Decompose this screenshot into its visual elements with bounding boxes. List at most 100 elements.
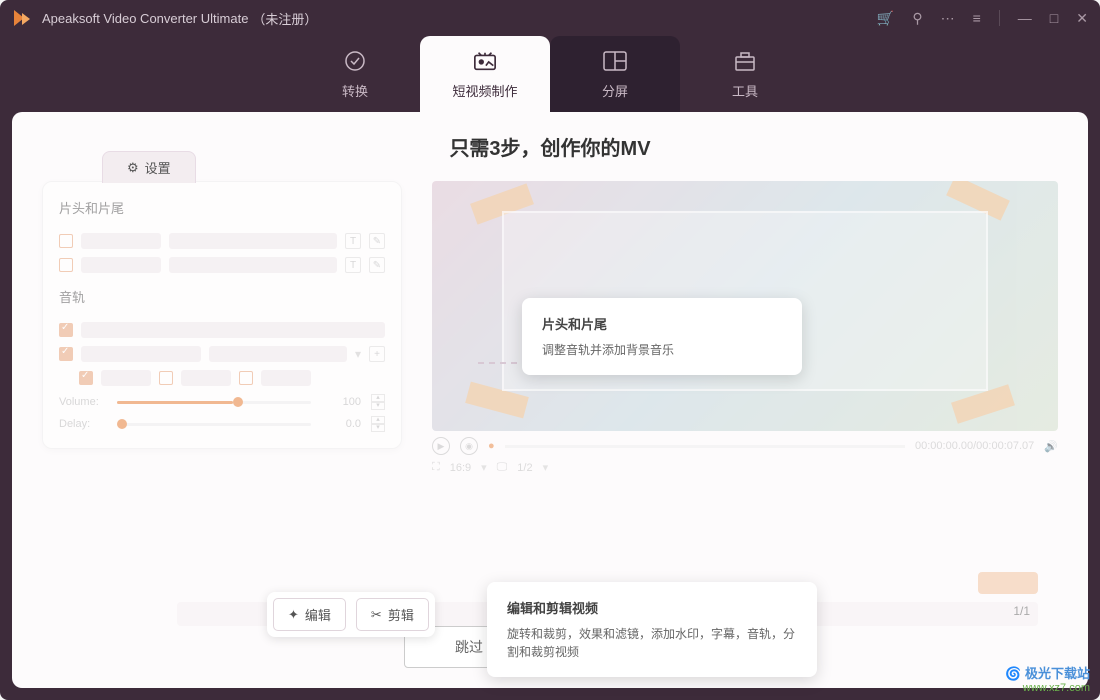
volume-slider[interactable] — [117, 401, 311, 404]
gear-icon: ⚙ — [127, 160, 139, 176]
key-icon[interactable]: ⚲ — [912, 10, 922, 27]
edit-button-label: 编辑 — [305, 605, 331, 624]
convert-icon — [343, 49, 367, 73]
edit-button[interactable]: ✦ 编辑 — [273, 598, 346, 631]
minimize-button[interactable]: — — [1018, 10, 1032, 26]
menu-icon[interactable]: ≡ — [973, 10, 981, 26]
close-button[interactable]: ✕ — [1076, 10, 1088, 27]
placeholder-bar — [169, 257, 337, 273]
settings-column: ⚙ 设置 片头和片尾 T ✎ — [42, 181, 402, 474]
delay-slider[interactable] — [117, 423, 311, 426]
tooltip-intro-title: 片头和片尾 — [542, 314, 782, 333]
nav-convert[interactable]: 转换 — [290, 36, 420, 112]
volume-icon[interactable]: 🔊 — [1044, 440, 1058, 453]
edit-icon[interactable]: ✎ — [369, 257, 385, 273]
text-icon[interactable]: T — [345, 233, 361, 249]
app-window: Apeaksoft Video Converter Ultimate （未注册）… — [0, 0, 1100, 700]
app-logo-icon — [12, 8, 32, 28]
sparkle-icon: ✦ — [288, 607, 299, 623]
volume-label: Volume: — [59, 396, 107, 408]
delay-row: Delay: 0.0 ▴▾ — [59, 416, 385, 432]
checkbox[interactable] — [239, 371, 253, 385]
mv-icon — [473, 49, 497, 73]
checkbox-checked[interactable] — [79, 371, 93, 385]
placeholder-bar — [261, 370, 311, 386]
checkbox-checked[interactable] — [59, 347, 73, 361]
watermark: 🌀 极光下载站 www.xz7.com — [1005, 663, 1090, 694]
main-nav: 转换 短视频制作 分屏 工具 — [0, 36, 1100, 112]
tools-icon — [733, 49, 757, 73]
aspect-value: 16:9 — [450, 462, 471, 474]
export-button-placeholder[interactable] — [978, 572, 1038, 594]
tooltip-intro-body: 调整音轨并添加背景音乐 — [542, 341, 782, 359]
audio-row-1 — [59, 322, 385, 338]
scissors-icon: ✂ — [371, 607, 382, 623]
dropdown-placeholder[interactable] — [209, 346, 347, 362]
placeholder-bar — [81, 322, 385, 338]
placeholder-bar — [81, 257, 161, 273]
nav-split[interactable]: 分屏 — [550, 36, 680, 112]
screen-icon[interactable]: 🖵 — [497, 461, 508, 474]
intro-row-1: T ✎ — [59, 233, 385, 249]
tooltip-edit-body: 旋转和裁剪，效果和滤镜，添加水印，字幕，音轨，分割和裁剪视频 — [507, 625, 797, 661]
settings-panel: 片头和片尾 T ✎ T ✎ 音轨 — [42, 181, 402, 449]
placeholder-bar — [81, 233, 161, 249]
volume-value: 100 — [321, 396, 361, 408]
nav-tools[interactable]: 工具 — [680, 36, 810, 112]
player-controls-2: ⛶ 16:9 ▾ 🖵 1/2 ▾ — [432, 461, 1058, 474]
page-indicator: 1/1 — [1013, 604, 1030, 618]
watermark-brand: 🌀 极光下载站 — [1005, 666, 1090, 681]
edit-button-group: ✦ 编辑 ✂ 剪辑 — [267, 592, 435, 637]
player-time: 00:00:00.00/00:00:07.07 — [915, 440, 1034, 452]
nav-split-label: 分屏 — [602, 81, 628, 100]
add-icon[interactable]: + — [369, 346, 385, 362]
watermark-url: www.xz7.com — [1023, 682, 1090, 694]
titlebar-actions: 🛒 ⚲ ⋯ ≡ — □ ✕ — [877, 10, 1088, 27]
player-controls: ▶ ◉ ● 00:00:00.00/00:00:07.07 🔊 — [432, 437, 1058, 455]
connector-line — [478, 362, 528, 364]
placeholder-bar — [81, 346, 201, 362]
split-icon — [603, 49, 627, 73]
tooltip-intro: 片头和片尾 调整音轨并添加背景音乐 — [522, 298, 802, 375]
intro-row-2: T ✎ — [59, 257, 385, 273]
separator — [999, 10, 1000, 26]
nav-convert-label: 转换 — [342, 81, 368, 100]
titlebar: Apeaksoft Video Converter Ultimate （未注册）… — [0, 0, 1100, 36]
nav-mv[interactable]: 短视频制作 — [420, 36, 550, 112]
aspect-icon[interactable]: ⛶ — [432, 461, 440, 474]
snapshot-icon[interactable]: ◉ — [460, 437, 478, 455]
placeholder-bar — [169, 233, 337, 249]
app-title: Apeaksoft Video Converter Ultimate — [42, 11, 248, 26]
delay-label: Delay: — [59, 418, 107, 430]
content-area: 只需3步，创作你的MV ⚙ 设置 片头和片尾 T ✎ — [12, 112, 1088, 688]
audio-row-2: ▾ + — [59, 346, 385, 362]
audio-sub-row — [59, 370, 385, 386]
settings-tab[interactable]: ⚙ 设置 — [102, 151, 196, 183]
feedback-icon[interactable]: ⋯ — [941, 10, 955, 27]
checkbox[interactable] — [59, 234, 73, 248]
cart-icon[interactable]: 🛒 — [877, 10, 894, 27]
page-value: 1/2 — [517, 462, 532, 474]
maximize-button[interactable]: □ — [1050, 10, 1058, 26]
placeholder-bar — [101, 370, 151, 386]
registration-status: （未注册） — [252, 9, 317, 28]
tooltip-edit: 编辑和剪辑视频 旋转和裁剪，效果和滤镜，添加水印，字幕，音轨，分割和裁剪视频 — [487, 582, 817, 677]
nav-tools-label: 工具 — [732, 81, 758, 100]
checkbox[interactable] — [59, 258, 73, 272]
delay-stepper[interactable]: ▴▾ — [371, 416, 385, 432]
nav-mv-label: 短视频制作 — [452, 81, 517, 100]
section-intro-title: 片头和片尾 — [59, 198, 385, 223]
checkbox[interactable] — [159, 371, 173, 385]
settings-tab-label: 设置 — [145, 158, 171, 177]
volume-row: Volume: 100 ▴▾ — [59, 394, 385, 410]
cut-button-label: 剪辑 — [388, 605, 414, 624]
text-icon[interactable]: T — [345, 257, 361, 273]
progress-bar[interactable] — [505, 445, 905, 448]
checkbox-checked[interactable] — [59, 323, 73, 337]
play-icon[interactable]: ▶ — [432, 437, 450, 455]
volume-stepper[interactable]: ▴▾ — [371, 394, 385, 410]
cut-button[interactable]: ✂ 剪辑 — [356, 598, 429, 631]
placeholder-bar — [181, 370, 231, 386]
delay-value: 0.0 — [321, 418, 361, 430]
edit-icon[interactable]: ✎ — [369, 233, 385, 249]
